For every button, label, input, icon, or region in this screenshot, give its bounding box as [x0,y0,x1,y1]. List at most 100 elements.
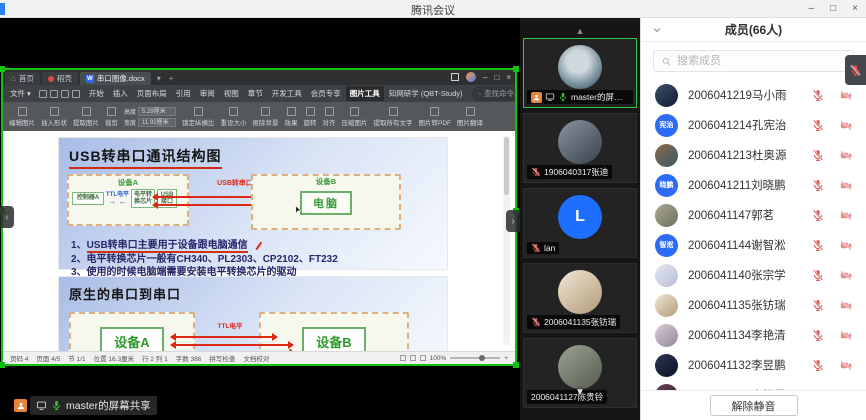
ribbon-tab[interactable]: 会员专享 [307,86,345,101]
ribbon-button[interactable]: 旋转 [304,107,317,127]
view-mode-icon[interactable] [410,355,416,361]
member-row[interactable]: 2006041213杜奥源 [641,140,866,170]
camera-off-icon[interactable] [838,209,854,222]
mic-muted-icon[interactable] [811,179,825,192]
ribbon-tab[interactable]: 开始 [85,86,108,101]
video-tile[interactable]: master的屏幕… [523,38,637,108]
wps-minimize-button[interactable]: – [483,73,487,82]
camera-off-icon[interactable] [838,359,854,372]
redo-icon[interactable] [72,90,80,98]
mic-muted-icon[interactable] [811,329,825,342]
scrollbar-thumb[interactable] [504,137,509,195]
status-item[interactable]: 位置 16.3厘米 [94,353,134,363]
ribbon-button[interactable]: 压缩图片 [342,107,368,127]
member-row[interactable]: 2006041147郭茗 [641,200,866,230]
ribbon-button[interactable]: 提取所有文字 [374,107,413,127]
zoom-slider[interactable] [450,357,500,359]
ribbon-button[interactable]: 提取图片 [73,107,99,127]
next-page-button[interactable]: › [506,210,520,232]
member-row[interactable]: 宪治 2006041214孔宪治 [641,110,866,140]
member-row[interactable]: 2006041140张宗学 [641,260,866,290]
ribbon-button[interactable]: 图片翻译 [457,107,483,127]
maximize-button[interactable]: □ [830,0,836,18]
camera-off-icon[interactable] [838,89,854,102]
width-field[interactable]: 11.92厘米 [138,118,176,127]
previous-page-button[interactable]: ‹ [0,206,14,228]
camera-off-icon[interactable] [838,329,854,342]
member-search-box[interactable] [653,50,854,72]
status-item[interactable]: 行 2 列 1 [142,353,168,363]
ribbon-button[interactable]: 抠除背景 [253,107,279,127]
member-row[interactable]: 2006041219马小雨 [641,80,866,110]
ribbon-button[interactable]: 编辑图片 [9,107,35,127]
video-tile[interactable]: 2006041135张钫瑞 [523,263,637,333]
document-scrollbar[interactable] [503,135,510,345]
wps-document-tab[interactable]: W 串口图像.docx [80,72,151,85]
ribbon-button[interactable]: 效果 [285,107,298,127]
member-row[interactable]: 2006041134李艳清 [641,320,866,350]
camera-off-icon[interactable] [838,299,854,312]
wps-user-avatar[interactable] [466,72,476,82]
zoom-level[interactable]: 100% [430,355,447,362]
scroll-up-arrow-icon[interactable]: ▲ [520,18,640,38]
save-icon[interactable] [39,90,47,98]
camera-off-icon[interactable] [838,149,854,162]
mic-muted-icon[interactable] [811,149,825,162]
ribbon-button[interactable]: 重设大小 [221,107,247,127]
ribbon-tab[interactable]: 开发工具 [268,86,306,101]
zoom-slider-thumb[interactable] [479,355,485,361]
camera-off-icon[interactable] [838,179,854,192]
camera-off-icon[interactable] [838,239,854,252]
mic-muted-icon[interactable] [811,209,825,222]
ribbon-button[interactable]: 锁定纵横比 [182,107,215,127]
mic-muted-icon[interactable] [811,119,825,132]
mic-muted-icon[interactable] [811,239,825,252]
print-icon[interactable] [50,90,58,98]
tab-list-dropdown-icon[interactable]: ▾ [153,72,165,85]
member-row[interactable]: 2006041132李昱鹏 [641,350,866,380]
minimize-button[interactable]: – [809,0,815,18]
wps-restore-button[interactable]: □ [494,73,499,82]
height-field[interactable]: 5.29厘米 [138,107,176,116]
ribbon-button[interactable]: 图片转PDF [419,107,452,127]
new-tab-button[interactable]: + [165,72,178,85]
view-mode-icon[interactable] [400,355,406,361]
search-input[interactable] [677,55,846,67]
ribbon-button[interactable]: 插入形状 [41,107,67,127]
status-item[interactable]: 文档校对 [243,353,269,363]
chevron-down-icon[interactable] [651,24,663,36]
ribbon-tab[interactable]: 章节 [244,86,267,101]
command-search-box[interactable]: 查找命令、搜索模板 [472,86,515,101]
ribbon-tab[interactable]: 知网研学 (QBT-Study) [385,86,467,101]
member-row[interactable]: 晓鹏 2006041211刘晓鹏 [641,170,866,200]
ribbon-tab[interactable]: 插入 [109,86,132,101]
floating-mute-indicator[interactable] [845,55,866,85]
status-item[interactable]: 字数 386 [176,353,202,363]
status-item[interactable]: 页面 4/5 [36,353,60,363]
file-menu[interactable]: 文件▾ [7,88,34,99]
video-tile[interactable]: L lan [523,188,637,258]
ribbon-tab[interactable]: 引用 [172,86,195,101]
mic-muted-icon[interactable] [811,359,825,372]
view-mode-icon[interactable] [420,355,426,361]
member-row[interactable]: 智淞 2006041144谢智淞 [641,230,866,260]
ribbon-button[interactable]: 裁剪 [105,107,118,127]
scroll-down-arrow-icon[interactable]: ▼ [520,387,640,398]
ribbon-tab[interactable]: 页面布局 [133,86,171,101]
ribbon-tab[interactable]: 视图 [220,86,243,101]
wps-docer-tab[interactable]: 稻壳 [42,72,78,85]
ribbon-tab[interactable]: 审阅 [196,86,219,101]
status-item[interactable]: 拼写检查 [209,353,235,363]
ribbon-button[interactable]: 对齐 [323,107,336,127]
mic-muted-icon[interactable] [811,299,825,312]
status-item[interactable]: 页码 4 [10,353,28,363]
undo-icon[interactable] [61,90,69,98]
wps-close-button[interactable]: × [506,73,511,82]
close-button[interactable]: × [852,0,858,18]
camera-off-icon[interactable] [838,269,854,282]
apps-grid-icon[interactable] [451,73,459,81]
member-row[interactable]: 2006041135张钫瑞 [641,290,866,320]
mic-muted-icon[interactable] [811,269,825,282]
mic-muted-icon[interactable] [811,89,825,102]
camera-off-icon[interactable] [838,119,854,132]
